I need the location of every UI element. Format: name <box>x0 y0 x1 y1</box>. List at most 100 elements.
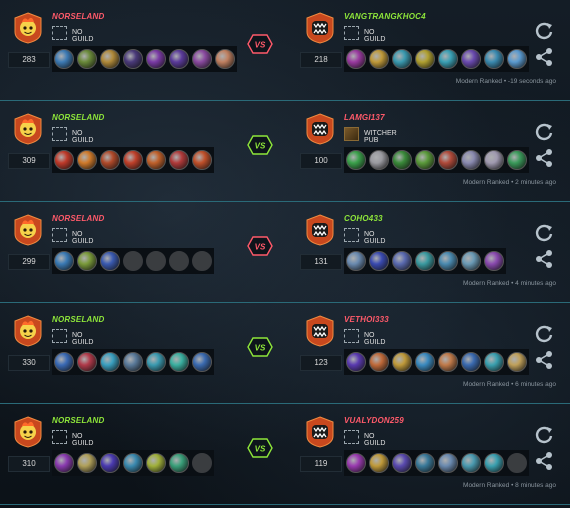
hero-portrait[interactable] <box>461 150 481 170</box>
share-icon[interactable] <box>533 147 555 169</box>
hero-portrait[interactable] <box>484 150 504 170</box>
hero-portrait[interactable] <box>192 150 212 170</box>
hero-portrait[interactable] <box>392 352 412 372</box>
monster-mouth-avatar-icon[interactable] <box>306 214 334 246</box>
hero-portrait[interactable] <box>369 150 389 170</box>
hero-portrait[interactable] <box>392 453 412 473</box>
fire-mascot-avatar-icon[interactable] <box>14 12 42 44</box>
player-name[interactable]: LAMGI137 <box>344 113 385 122</box>
hero-portrait[interactable] <box>77 49 97 69</box>
hero-portrait[interactable] <box>484 49 504 69</box>
hero-portrait[interactable] <box>54 49 74 69</box>
fire-mascot-avatar-icon[interactable] <box>14 214 42 246</box>
hero-portrait[interactable] <box>369 49 389 69</box>
hero-portrait[interactable] <box>346 352 366 372</box>
hero-portrait[interactable] <box>507 150 527 170</box>
player-name[interactable]: VETHOI333 <box>344 315 389 324</box>
hero-portrait[interactable] <box>507 352 527 372</box>
hero-portrait[interactable] <box>169 49 189 69</box>
guild-name[interactable]: NO GUILD <box>72 433 93 447</box>
monster-mouth-avatar-icon[interactable] <box>306 416 334 448</box>
player-name[interactable]: VUALYDON259 <box>344 416 404 425</box>
refresh-icon[interactable] <box>533 424 555 446</box>
hero-portrait[interactable] <box>146 352 166 372</box>
hero-portrait[interactable] <box>392 150 412 170</box>
hero-portrait[interactable] <box>146 49 166 69</box>
share-icon[interactable] <box>533 450 555 472</box>
hero-portrait[interactable] <box>77 453 97 473</box>
guild-name[interactable]: NO GUILD <box>72 332 93 346</box>
monster-mouth-avatar-icon[interactable] <box>306 113 334 145</box>
hero-portrait[interactable] <box>54 352 74 372</box>
guild-name[interactable]: NO GUILD <box>72 130 93 144</box>
hero-portrait[interactable] <box>346 49 366 69</box>
hero-portrait[interactable] <box>484 251 504 271</box>
hero-portrait[interactable] <box>461 453 481 473</box>
hero-portrait[interactable] <box>484 453 504 473</box>
hero-portrait[interactable] <box>77 150 97 170</box>
hero-portrait[interactable] <box>461 49 481 69</box>
hero-portrait[interactable] <box>346 251 366 271</box>
hero-portrait[interactable] <box>100 251 120 271</box>
share-icon[interactable] <box>533 349 555 371</box>
hero-portrait[interactable] <box>461 352 481 372</box>
guild-name[interactable]: NO GUILD <box>72 29 93 43</box>
hero-portrait[interactable] <box>123 150 143 170</box>
hero-portrait[interactable] <box>415 352 435 372</box>
player-name[interactable]: NORSELAND <box>52 214 104 223</box>
share-icon[interactable] <box>533 46 555 68</box>
hero-portrait[interactable] <box>169 453 189 473</box>
hero-portrait[interactable] <box>507 49 527 69</box>
share-icon[interactable] <box>533 248 555 270</box>
monster-mouth-avatar-icon[interactable] <box>306 12 334 44</box>
guild-name[interactable]: NO GUILD <box>72 231 93 245</box>
fire-mascot-avatar-icon[interactable] <box>14 315 42 347</box>
hero-portrait[interactable] <box>123 453 143 473</box>
hero-portrait[interactable] <box>346 150 366 170</box>
hero-portrait[interactable] <box>415 251 435 271</box>
monster-mouth-avatar-icon[interactable] <box>306 315 334 347</box>
hero-portrait[interactable] <box>215 49 235 69</box>
player-name[interactable]: NORSELAND <box>52 113 104 122</box>
hero-portrait[interactable] <box>192 49 212 69</box>
hero-portrait[interactable] <box>484 352 504 372</box>
guild-name[interactable]: WITCHER PUB <box>364 130 397 144</box>
hero-portrait[interactable] <box>169 150 189 170</box>
hero-portrait[interactable] <box>369 251 389 271</box>
hero-portrait[interactable] <box>54 150 74 170</box>
refresh-icon[interactable] <box>533 323 555 345</box>
hero-portrait[interactable] <box>146 453 166 473</box>
hero-portrait[interactable] <box>461 251 481 271</box>
hero-portrait[interactable] <box>415 453 435 473</box>
hero-portrait[interactable] <box>100 352 120 372</box>
player-name[interactable]: NORSELAND <box>52 416 104 425</box>
hero-portrait[interactable] <box>192 352 212 372</box>
hero-portrait[interactable] <box>169 352 189 372</box>
player-name[interactable]: NORSELAND <box>52 315 104 324</box>
fire-mascot-avatar-icon[interactable] <box>14 113 42 145</box>
refresh-icon[interactable] <box>533 20 555 42</box>
hero-portrait[interactable] <box>100 49 120 69</box>
hero-portrait[interactable] <box>123 49 143 69</box>
refresh-icon[interactable] <box>533 222 555 244</box>
guild-name[interactable]: NO GUILD <box>364 29 385 43</box>
fire-mascot-avatar-icon[interactable] <box>14 416 42 448</box>
hero-portrait[interactable] <box>438 352 458 372</box>
hero-portrait[interactable] <box>438 150 458 170</box>
hero-portrait[interactable] <box>77 352 97 372</box>
hero-portrait[interactable] <box>438 251 458 271</box>
hero-portrait[interactable] <box>415 150 435 170</box>
hero-portrait[interactable] <box>100 453 120 473</box>
player-name[interactable]: COHO433 <box>344 214 383 223</box>
hero-portrait[interactable] <box>100 150 120 170</box>
hero-portrait[interactable] <box>369 453 389 473</box>
hero-portrait[interactable] <box>392 49 412 69</box>
hero-portrait[interactable] <box>346 453 366 473</box>
hero-portrait[interactable] <box>123 352 143 372</box>
hero-portrait[interactable] <box>415 49 435 69</box>
guild-name[interactable]: NO GUILD <box>364 433 385 447</box>
guild-name[interactable]: NO GUILD <box>364 332 385 346</box>
hero-portrait[interactable] <box>438 453 458 473</box>
player-name[interactable]: NORSELAND <box>52 12 104 21</box>
hero-portrait[interactable] <box>369 352 389 372</box>
